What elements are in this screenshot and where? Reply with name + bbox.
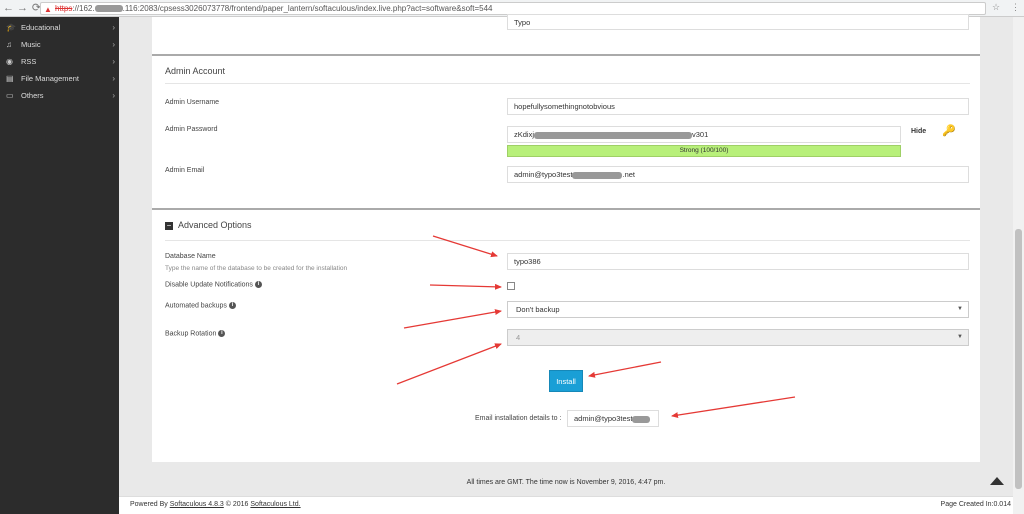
collapse-icon[interactable]: − bbox=[165, 222, 173, 230]
bookmark-star-icon[interactable]: ☆ bbox=[992, 2, 1000, 13]
sidebar-item-label: File Management bbox=[21, 74, 79, 83]
redacted-ip bbox=[94, 5, 123, 13]
url-path: :2083/cpsess3026073778/frontend/paper_la… bbox=[137, 4, 493, 13]
section-divider bbox=[152, 208, 980, 210]
page-footer: Powered By Softaculous 4.8.3 © 2016 Soft… bbox=[119, 496, 1013, 514]
password-end: v301 bbox=[692, 130, 709, 139]
dropdown-caret-icon: ▼ bbox=[957, 306, 963, 312]
sidebar-item-music[interactable]: ♫ Music › bbox=[0, 36, 119, 53]
admin-username-label: Admin Username bbox=[165, 99, 220, 106]
sidebar: 🎓 Educational › ♫ Music › ◉ RSS › ▤ File… bbox=[0, 17, 119, 514]
section-divider bbox=[152, 54, 980, 56]
advanced-options-title[interactable]: Advanced Options bbox=[178, 220, 252, 230]
forward-arrow-icon[interactable]: → bbox=[17, 2, 28, 15]
redacted-password bbox=[534, 131, 693, 139]
info-icon[interactable]: i bbox=[218, 330, 226, 337]
chevron-right-icon: › bbox=[112, 91, 115, 100]
admin-email-label: Admin Email bbox=[165, 167, 205, 174]
password-strength-meter: Strong (100/100) bbox=[507, 145, 901, 157]
email-start: admin@typo3test bbox=[514, 170, 573, 179]
database-name-input[interactable]: typo386 bbox=[507, 253, 969, 270]
admin-password-label: Admin Password bbox=[165, 126, 218, 133]
disable-updates-text: Disable Update Notifications bbox=[165, 281, 253, 289]
url-host-end: .116 bbox=[122, 4, 138, 13]
folder-icon: ▭ bbox=[6, 91, 14, 100]
sidebar-item-label: Music bbox=[21, 40, 41, 49]
divider bbox=[165, 83, 970, 84]
scrollbar-thumb[interactable] bbox=[1015, 229, 1022, 489]
admin-username-input[interactable]: hopefullysomethingnotobvious bbox=[507, 98, 969, 115]
sidebar-item-label: RSS bbox=[21, 57, 37, 66]
key-icon[interactable]: 🔑 bbox=[942, 124, 956, 137]
automated-backups-value: Don't backup bbox=[516, 305, 560, 314]
chevron-right-icon: › bbox=[112, 74, 115, 83]
divider bbox=[165, 240, 970, 241]
admin-account-title: Admin Account bbox=[165, 66, 226, 76]
sidebar-item-label: Educational bbox=[21, 23, 61, 32]
sidebar-item-file-management[interactable]: ▤ File Management › bbox=[0, 70, 119, 87]
powered-by: Powered By Softaculous 4.8.3 © 2016 Soft… bbox=[130, 501, 301, 508]
admin-username-value: hopefullysomethingnotobvious bbox=[514, 102, 615, 111]
graduation-cap-icon: 🎓 bbox=[6, 23, 16, 32]
automated-backups-text: Automated backups bbox=[165, 302, 227, 310]
database-name-value: typo386 bbox=[514, 257, 541, 266]
disable-updates-label: Disable Update Notifications i bbox=[165, 281, 262, 288]
redacted-domain bbox=[572, 171, 623, 179]
email-details-value: admin@typo3test bbox=[574, 414, 633, 423]
scroll-to-top-icon[interactable] bbox=[990, 477, 1004, 485]
time-note: All times are GMT. The time now is Novem… bbox=[466, 479, 666, 486]
info-icon[interactable]: i bbox=[228, 302, 236, 309]
music-note-icon: ♫ bbox=[6, 40, 12, 49]
sidebar-item-label: Others bbox=[21, 91, 44, 100]
file-management-icon: ▤ bbox=[6, 74, 14, 83]
softaculous-company-link[interactable]: Softaculous Ltd. bbox=[250, 501, 300, 508]
database-name-label: Database Name bbox=[165, 253, 216, 260]
page-scrollbar[interactable] bbox=[1013, 17, 1024, 514]
warning-icon: ▲ bbox=[44, 5, 52, 14]
admin-email-input[interactable]: admin@typo3test .net bbox=[507, 166, 969, 183]
chevron-right-icon: › bbox=[112, 40, 115, 49]
email-details-label: Email installation details to : bbox=[475, 415, 562, 422]
page-created-time: Page Created In:0.014 bbox=[940, 501, 1011, 508]
back-arrow-icon[interactable]: ← bbox=[3, 2, 14, 15]
database-name-help: Type the name of the database to be crea… bbox=[165, 265, 348, 272]
powered-prefix: Powered By bbox=[130, 501, 168, 508]
softaculous-version-link[interactable]: Softaculous 4.8.3 bbox=[170, 501, 224, 508]
copyright-year: © 2016 bbox=[225, 501, 249, 508]
info-icon[interactable]: i bbox=[254, 281, 262, 288]
admin-password-input[interactable]: zKdixj v301 bbox=[507, 126, 901, 143]
automated-backups-label: Automated backups i bbox=[165, 302, 236, 309]
hide-password-button[interactable]: Hide bbox=[911, 128, 926, 135]
install-button[interactable]: Install bbox=[549, 370, 583, 392]
chevron-right-icon: › bbox=[112, 57, 115, 66]
redacted-domain bbox=[632, 415, 651, 423]
rss-icon: ◉ bbox=[6, 57, 13, 66]
email-end: .net bbox=[622, 170, 635, 179]
backup-rotation-select[interactable]: 4 ▼ bbox=[507, 329, 969, 346]
browser-menu-icon[interactable]: ⋮ bbox=[1011, 2, 1020, 13]
url-scheme: https bbox=[55, 4, 73, 13]
backup-rotation-label: Backup Rotation i bbox=[165, 330, 226, 338]
site-name-value: Typo bbox=[514, 18, 531, 27]
sidebar-item-rss[interactable]: ◉ RSS › bbox=[0, 53, 119, 70]
disable-updates-checkbox[interactable] bbox=[507, 282, 515, 290]
url-host-start: ://162. bbox=[72, 4, 95, 13]
email-details-input[interactable]: admin@typo3test bbox=[567, 410, 659, 427]
backup-rotation-value: 4 bbox=[516, 333, 521, 342]
password-start: zKdixj bbox=[514, 130, 535, 139]
sidebar-item-others[interactable]: ▭ Others › bbox=[0, 87, 119, 104]
site-name-field[interactable]: Typo bbox=[507, 14, 969, 30]
backup-rotation-text: Backup Rotation bbox=[165, 330, 217, 338]
dropdown-caret-icon: ▼ bbox=[957, 334, 963, 340]
automated-backups-select[interactable]: Don't backup ▼ bbox=[507, 301, 969, 318]
chevron-right-icon: › bbox=[112, 23, 115, 32]
sidebar-item-educational[interactable]: 🎓 Educational › bbox=[0, 19, 119, 36]
